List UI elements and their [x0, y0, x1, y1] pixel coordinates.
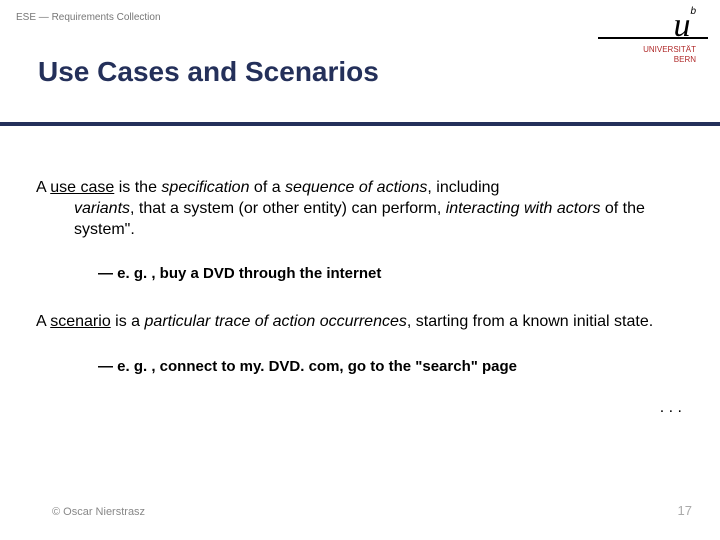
logo-divider — [598, 37, 708, 39]
t: particular trace of action occurrences — [145, 313, 407, 330]
footer-copyright: © Oscar Nierstrasz — [52, 506, 145, 518]
t: , including — [427, 179, 499, 196]
t: of a — [249, 179, 285, 196]
paragraph-scenario: A scenario is a particular trace of acti… — [36, 312, 692, 333]
university-logo: ub UNIVERSITÄT BERN — [598, 6, 708, 64]
page-title: Use Cases and Scenarios — [38, 56, 379, 88]
logo-text: UNIVERSITÄT BERN — [598, 45, 708, 64]
t: is the — [114, 179, 161, 196]
title-rule — [0, 122, 720, 126]
body-content: A use case is the specification of a seq… — [36, 178, 692, 419]
logo-line1: UNIVERSITÄT — [643, 45, 696, 54]
t: specification — [161, 179, 249, 196]
t: interacting with actors — [446, 200, 601, 217]
logo-b: b — [690, 6, 696, 17]
t: use case — [50, 179, 114, 196]
logo-line2: BERN — [674, 55, 696, 64]
t: is a — [111, 313, 145, 330]
t: A — [36, 313, 50, 330]
ellipsis: . . . — [36, 398, 692, 419]
t: A — [36, 179, 50, 196]
t: , starting from a known initial state. — [407, 313, 653, 330]
header-label: ESE — Requirements Collection — [16, 12, 161, 23]
t: scenario — [50, 313, 110, 330]
logo-u: u — [673, 12, 690, 39]
paragraph-usecase: A use case is the specification of a seq… — [36, 178, 692, 240]
t: , that a system (or other entity) can pe… — [130, 200, 446, 217]
example-usecase: — e. g. , buy a DVD through the internet — [36, 264, 692, 284]
page-number: 17 — [678, 503, 692, 518]
t: sequence of actions — [285, 179, 427, 196]
example-scenario: — e. g. , connect to my. DVD. com, go to… — [36, 357, 692, 377]
t: variants — [74, 200, 130, 217]
logo-letters: ub — [598, 6, 708, 35]
